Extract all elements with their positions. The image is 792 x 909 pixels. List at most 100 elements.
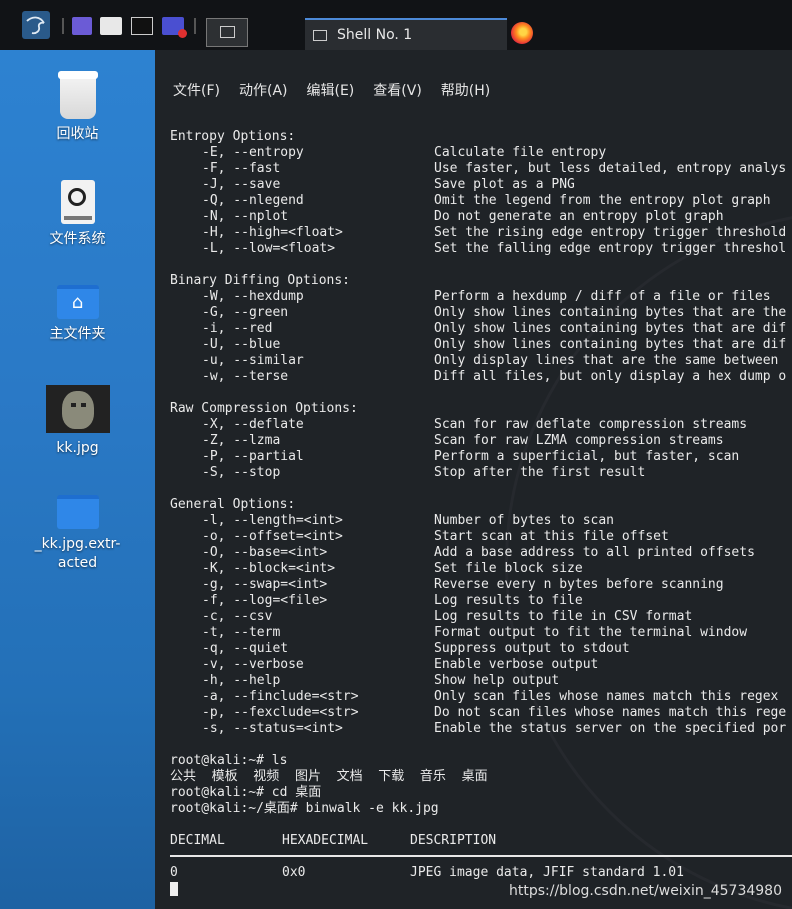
desktop-icon-trash[interactable]: 回收站: [0, 71, 155, 144]
desktop-icon-label: 文件系统: [49, 231, 106, 247]
desktop-icon-label: 主文件夹: [49, 326, 106, 342]
option-flag: -P, --partial: [202, 449, 304, 464]
option-desc: Perform a superficial, but faster, scan: [434, 449, 740, 464]
option-desc: Number of bytes to scan: [434, 513, 615, 528]
home-folder-icon: [56, 285, 99, 319]
option-flag: -G, --green: [202, 305, 289, 320]
option-row: -c, --csv Log results to file in CSV form…: [170, 609, 792, 625]
option-desc: Add a base address to all printed offset…: [434, 545, 755, 560]
terminal-output: Entropy Options: -E, --entropy Calculate f…: [170, 129, 792, 897]
result-col-decimal: DECIMAL: [170, 833, 225, 848]
option-row: -K, --block=<int> Set file block size: [170, 561, 792, 577]
option-row: -Z, --lzma Scan for raw LZMA compression …: [170, 433, 792, 449]
result-divider: [170, 855, 792, 857]
menu-file[interactable]: 文件(F): [173, 80, 220, 100]
terminal-launcher-icon[interactable]: [131, 17, 153, 35]
option-flag: -c, --csv: [202, 609, 273, 624]
desktop-icon-kk-jpg[interactable]: kk.jpg: [0, 385, 155, 458]
session-line: root@kali:~# ls: [170, 753, 288, 768]
terminal-window[interactable]: 文件(F) 动作(A) 编辑(E) 查看(V) 帮助(H) Entropy Op…: [155, 50, 792, 909]
option-flag: -p, --fexclude=<str>: [202, 705, 359, 720]
option-desc: Start scan at this file offset: [434, 529, 669, 544]
result-row: 0 0x0 JPEG image data, JFIF standard 1.01: [170, 865, 792, 881]
option-row: -U, --blue Only show lines containing byt…: [170, 337, 792, 353]
option-flag: -O, --base=<int>: [202, 545, 328, 560]
menu-view[interactable]: 查看(V): [373, 80, 422, 100]
desktop-icon-home[interactable]: 主文件夹: [0, 285, 155, 344]
option-desc: Do not scan files whose names match this…: [434, 705, 787, 720]
option-flag: -J, --save: [202, 177, 281, 192]
screen-recorder-icon[interactable]: [162, 17, 187, 38]
option-row: -s, --status=<int> Enable the status serv…: [170, 721, 792, 737]
desktop-icon-label: _kk.jpg.extr-acted: [34, 536, 121, 571]
active-terminal-button[interactable]: [206, 18, 248, 47]
record-dot-icon: [178, 29, 187, 38]
option-flag: -U, --blue: [202, 337, 281, 352]
session-line: root@kali:~# cd 桌面: [170, 785, 322, 800]
option-flag: -f, --log=<file>: [202, 593, 328, 608]
result-header-row: DECIMAL HEXADECIMAL DESCRIPTION: [170, 833, 792, 849]
option-row: -J, --save Save plot as a PNG: [170, 177, 792, 193]
option-flag: -K, --block=<int>: [202, 561, 336, 576]
option-flag: -L, --low=<float>: [202, 241, 336, 256]
option-row: -W, --hexdump Perform a hexdump / diff of…: [170, 289, 792, 305]
option-desc: Scan for raw LZMA compression streams: [434, 433, 724, 448]
option-row: -p, --fexclude=<str> Do not scan files wh…: [170, 705, 792, 721]
watermark: https://blog.csdn.net/weixin_45734980: [508, 883, 782, 899]
desktop-icon-extracted-folder[interactable]: _kk.jpg.extr-acted: [0, 495, 155, 573]
option-flag: -X, --deflate: [202, 417, 304, 432]
option-row: -o, --offset=<int> Start scan at this fil…: [170, 529, 792, 545]
option-row: -N, --nplot Do not generate an entropy pl…: [170, 209, 792, 225]
option-row: -S, --stop Stop after the first result: [170, 465, 792, 481]
option-desc: Set the falling edge entropy trigger thr…: [434, 241, 787, 256]
menu-help[interactable]: 帮助(H): [441, 80, 490, 100]
option-desc: Perform a hexdump / diff of a file or fi…: [434, 289, 771, 304]
option-flag: -v, --verbose: [202, 657, 304, 672]
option-desc: Suppress output to stdout: [434, 641, 630, 656]
option-flag: -i, --red: [202, 321, 273, 336]
option-desc: Log results to file: [434, 593, 583, 608]
kali-menu-icon[interactable]: [22, 11, 50, 39]
option-row: -f, --log=<file> Log results to file: [170, 593, 792, 609]
option-row: -a, --finclude=<str> Only scan files whos…: [170, 689, 792, 705]
option-desc: Reverse every n bytes before scanning: [434, 577, 724, 592]
option-desc: Omit the legend from the entropy plot gr…: [434, 193, 771, 208]
option-desc: Diff all files, but only display a hex d…: [434, 369, 787, 384]
option-flag: -S, --stop: [202, 465, 281, 480]
menu-edit[interactable]: 编辑(E): [307, 80, 355, 100]
option-row: -L, --low=<float> Set the falling edge en…: [170, 241, 792, 257]
option-desc: Save plot as a PNG: [434, 177, 575, 192]
option-desc: Only scan files whose names match this r…: [434, 689, 779, 704]
option-desc: Stop after the first result: [434, 465, 646, 480]
desktop-icon-filesystem[interactable]: 文件系统: [0, 180, 155, 249]
firefox-icon[interactable]: [511, 22, 533, 44]
file-manager-icon[interactable]: [100, 17, 122, 35]
image-thumbnail-icon: [45, 385, 110, 433]
option-desc: Only show lines containing bytes that ar…: [434, 305, 787, 320]
taskbar-separator: [194, 18, 196, 34]
result-col-hex: HEXADECIMAL: [282, 833, 369, 848]
option-row: -P, --partial Perform a superficial, but …: [170, 449, 792, 465]
menu-action[interactable]: 动作(A): [239, 80, 288, 100]
tab-title: Shell No. 1: [337, 27, 413, 43]
option-flag: -H, --high=<float>: [202, 225, 343, 240]
session-line: root@kali:~/桌面# binwalk -e kk.jpg: [170, 801, 439, 816]
option-row: -H, --high=<float> Set the rising edge en…: [170, 225, 792, 241]
terminal-menubar: 文件(F) 动作(A) 编辑(E) 查看(V) 帮助(H): [155, 76, 792, 104]
option-row: -E, --entropy Calculate file entropy: [170, 145, 792, 161]
show-desktop-icon[interactable]: [72, 17, 92, 35]
section-header: Raw Compression Options:: [170, 401, 358, 416]
option-flag: -E, --entropy: [202, 145, 304, 160]
option-flag: -t, --term: [202, 625, 281, 640]
option-flag: -N, --nplot: [202, 209, 289, 224]
option-row: -F, --fast Use faster, but less detailed,…: [170, 161, 792, 177]
option-row: -g, --swap=<int> Reverse every n bytes be…: [170, 577, 792, 593]
option-flag: -Q, --nlegend: [202, 193, 304, 208]
tab-shell[interactable]: Shell No. 1: [305, 18, 507, 50]
option-flag: -Z, --lzma: [202, 433, 281, 448]
option-desc: Only show lines containing bytes that ar…: [434, 337, 787, 352]
option-desc: Show help output: [434, 673, 560, 688]
